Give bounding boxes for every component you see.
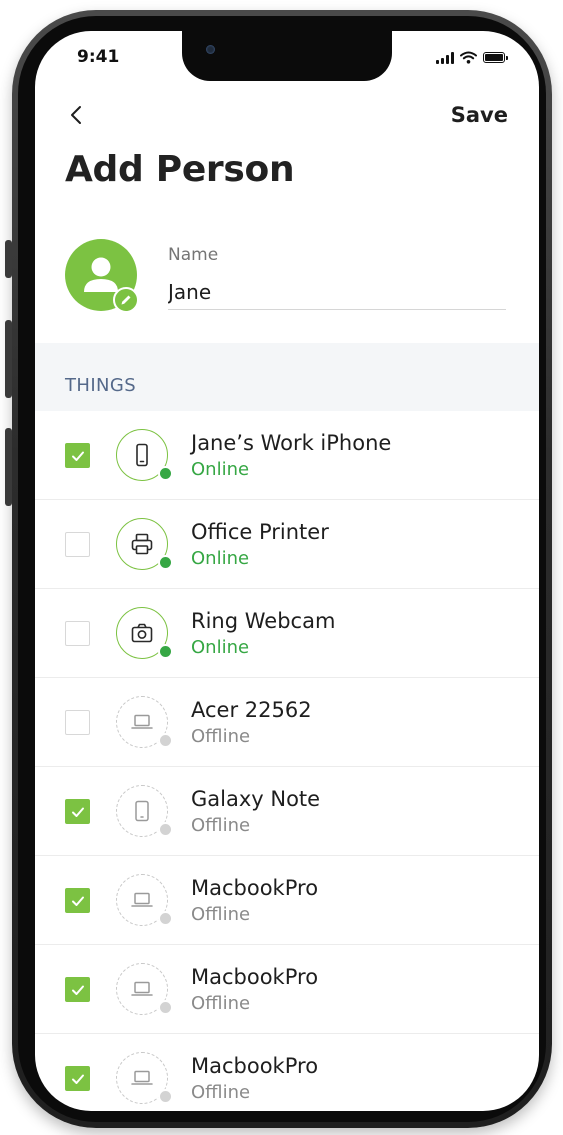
list-item[interactable]: Office Printer Online (35, 500, 539, 589)
volume-up-button (5, 320, 12, 398)
printer-icon (131, 533, 153, 555)
volume-down-button (5, 428, 12, 506)
list-item[interactable]: MacbookPro Offline (35, 945, 539, 1034)
status-dot (158, 644, 173, 659)
device-checkbox[interactable] (65, 710, 90, 735)
check-icon (71, 1074, 84, 1084)
list-item[interactable]: Ring Webcam Online (35, 589, 539, 678)
status-time: 9:41 (77, 47, 120, 67)
cellular-signal-icon (436, 51, 454, 64)
status-dot (158, 1089, 173, 1104)
things-list: Jane’s Work iPhone Online Office Printer… (35, 411, 539, 1111)
device-status: Offline (191, 1082, 251, 1103)
device-status: Online (191, 459, 250, 480)
check-icon (71, 985, 84, 995)
device-checkbox[interactable] (65, 799, 90, 824)
chevron-left-icon (71, 106, 81, 124)
mute-switch (5, 240, 12, 278)
wifi-icon (460, 51, 477, 64)
device-checkbox[interactable] (65, 977, 90, 1002)
list-item[interactable]: Jane’s Work iPhone Online (35, 411, 539, 500)
device-status: Offline (191, 904, 251, 925)
device-status: Online (191, 548, 250, 569)
status-dot (158, 466, 173, 481)
device-checkbox[interactable] (65, 532, 90, 557)
page-title: Add Person (65, 149, 295, 190)
device-name: Acer 22562 (191, 698, 312, 722)
device-name: MacbookPro (191, 965, 319, 989)
device-name: MacbookPro (191, 1054, 319, 1078)
list-item[interactable]: Acer 22562 Offline (35, 678, 539, 767)
device-name: Jane’s Work iPhone (191, 431, 392, 455)
device-status: Offline (191, 993, 251, 1014)
section-title: THINGS (65, 375, 137, 396)
tablet-icon (135, 800, 149, 822)
device-checkbox[interactable] (65, 1066, 90, 1091)
avatar[interactable] (65, 239, 139, 313)
list-item[interactable]: MacbookPro Offline (35, 1034, 539, 1111)
device-checkbox[interactable] (65, 621, 90, 646)
status-icons (436, 51, 508, 64)
check-icon (71, 451, 84, 461)
list-item[interactable]: Galaxy Note Offline (35, 767, 539, 856)
laptop-icon (131, 1070, 153, 1085)
edit-avatar-badge[interactable] (113, 287, 139, 313)
device-status: Offline (191, 815, 251, 836)
status-dot (158, 911, 173, 926)
device-status: Offline (191, 726, 251, 747)
check-icon (71, 896, 84, 906)
device-name: Ring Webcam (191, 609, 336, 633)
laptop-icon (131, 714, 153, 729)
device-name: MacbookPro (191, 876, 319, 900)
save-button[interactable]: Save (451, 103, 508, 127)
laptop-icon (131, 981, 153, 996)
status-dot (158, 822, 173, 837)
check-icon (71, 807, 84, 817)
device-name: Office Printer (191, 520, 329, 544)
device-status: Online (191, 637, 250, 658)
device-name: Galaxy Note (191, 787, 321, 811)
status-dot (158, 733, 173, 748)
device-checkbox[interactable] (65, 443, 90, 468)
name-input[interactable] (168, 275, 506, 310)
things-section-header: THINGS (35, 343, 539, 411)
status-dot (158, 1000, 173, 1015)
back-button[interactable] (65, 103, 89, 127)
front-camera (206, 45, 215, 54)
notch (182, 31, 392, 81)
camera-icon (131, 623, 153, 643)
laptop-icon (131, 892, 153, 907)
list-item[interactable]: MacbookPro Offline (35, 856, 539, 945)
name-label: Name (168, 245, 219, 265)
app-screen: 9:41 Save Add Person Name THINGS (35, 31, 539, 1111)
pencil-icon (121, 295, 131, 305)
phone-icon (136, 443, 148, 467)
status-dot (158, 555, 173, 570)
device-checkbox[interactable] (65, 888, 90, 913)
battery-icon (483, 52, 508, 63)
